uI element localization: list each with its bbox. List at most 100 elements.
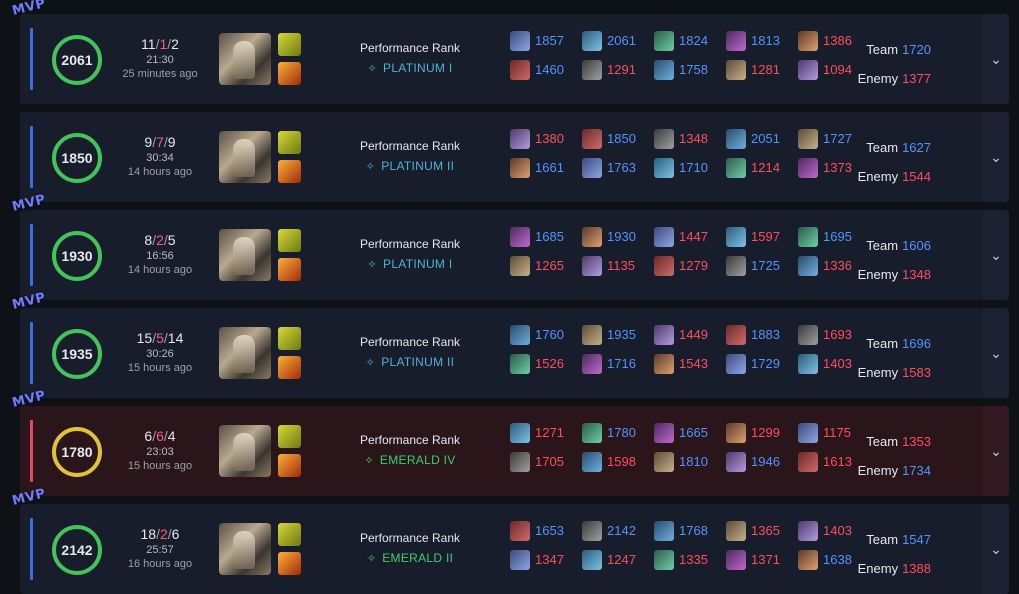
team-player[interactable]: 1883 — [726, 324, 796, 346]
enemy-player[interactable]: 1135 — [582, 255, 652, 277]
champion-avatar-icon — [510, 158, 530, 178]
team-player[interactable]: 1597 — [726, 226, 796, 248]
team-average: Team 1353 — [841, 434, 931, 449]
team-player[interactable]: 1447 — [654, 226, 724, 248]
kills: 15 — [136, 330, 153, 346]
player-rating: 1380 — [535, 131, 564, 146]
enemy-player[interactable]: 1335 — [654, 549, 724, 571]
team-player[interactable]: 1760 — [510, 324, 580, 346]
match-row[interactable]: MVP 1930 8/2/5 16:56 14 hours ago Performance… — [11, 192, 1009, 300]
team-player[interactable]: 1824 — [654, 30, 724, 52]
player-rating: 1279 — [679, 258, 708, 273]
enemy-player[interactable]: 1543 — [654, 353, 724, 375]
team-player[interactable]: 1299 — [726, 422, 796, 444]
player-rating: 1729 — [751, 356, 780, 371]
champion-avatar-icon — [582, 550, 602, 570]
team-player[interactable]: 1365 — [726, 520, 796, 542]
player-rating: 1824 — [679, 33, 708, 48]
match-row[interactable]: 1850 9/7/9 30:34 14 hours ago Performance Ra… — [20, 112, 1009, 202]
player-rating: 1716 — [607, 356, 636, 371]
mvp-badge: MVP — [10, 0, 48, 19]
enemy-player[interactable]: 1281 — [726, 59, 796, 81]
enemy-player[interactable]: 1371 — [726, 549, 796, 571]
enemy-player[interactable]: 1763 — [582, 157, 652, 179]
enemy-player[interactable]: 1705 — [510, 451, 580, 473]
enemy-player[interactable]: 1598 — [582, 451, 652, 473]
enemy-player[interactable]: 1279 — [654, 255, 724, 277]
team-player[interactable]: 1935 — [582, 324, 652, 346]
enemy-player[interactable]: 1716 — [582, 353, 652, 375]
performance-score: 1780 — [61, 444, 93, 460]
game-duration: 30:34 — [146, 152, 174, 164]
match-row[interactable]: MVP 1780 6/6/4 23:03 15 hours ago Performance… — [11, 388, 1009, 496]
enemy-player[interactable]: 1214 — [726, 157, 796, 179]
enemy-player[interactable]: 1810 — [654, 451, 724, 473]
game-duration: 16:56 — [146, 250, 174, 262]
team-player[interactable]: 1271 — [510, 422, 580, 444]
enemy-player[interactable]: 1725 — [726, 255, 796, 277]
champion-avatar-icon — [582, 227, 602, 247]
team-player[interactable]: 1930 — [582, 226, 652, 248]
chevron-down-icon: ⌄ — [990, 149, 1002, 165]
champion-portrait — [219, 425, 271, 477]
team-player[interactable]: 1380 — [510, 128, 580, 150]
enemy-player[interactable]: 1526 — [510, 353, 580, 375]
enemy-player[interactable]: 1265 — [510, 255, 580, 277]
result-indicator — [30, 322, 33, 384]
champion-avatar-icon — [510, 423, 530, 443]
team-player[interactable]: 1857 — [510, 30, 580, 52]
enemy-average-value: 1734 — [902, 463, 931, 478]
champion-avatar-icon — [798, 60, 818, 80]
chevron-down-icon: ⌄ — [990, 247, 1002, 263]
team-player[interactable]: 1768 — [654, 520, 724, 542]
performance-score: 2061 — [61, 52, 93, 68]
team-player[interactable]: 1653 — [510, 520, 580, 542]
kda-text: 15/5/14 — [120, 330, 200, 346]
expand-button[interactable]: ⌄ — [983, 308, 1009, 398]
enemy-player[interactable]: 1460 — [510, 59, 580, 81]
match-row[interactable]: MVP 1935 15/5/14 30:26 15 hours ago Performan… — [11, 290, 1009, 398]
player-rating: 1705 — [535, 454, 564, 469]
enemy-player[interactable]: 1946 — [726, 451, 796, 473]
players-grid: 1857 2061 1824 1813 1386 1460 1291 1758 1281 1094 — [510, 30, 870, 90]
summoner-spell-2-icon — [278, 552, 301, 575]
kda-text: 6/6/4 — [120, 428, 200, 444]
champion-avatar-icon — [654, 256, 674, 276]
team-label: Team — [866, 336, 899, 351]
enemy-player[interactable]: 1247 — [582, 549, 652, 571]
enemy-player[interactable]: 1758 — [654, 59, 724, 81]
expand-button[interactable]: ⌄ — [983, 112, 1009, 202]
player-rating: 1661 — [535, 160, 564, 175]
summoner-spell-2-icon — [278, 62, 301, 85]
time-ago: 25 minutes ago — [122, 68, 198, 80]
expand-button[interactable]: ⌄ — [983, 210, 1009, 300]
player-rating: 1447 — [679, 229, 708, 244]
expand-button[interactable]: ⌄ — [983, 14, 1009, 104]
deaths: 2 — [159, 526, 168, 542]
team-average: Team 1606 — [841, 238, 931, 253]
team-player[interactable]: 1665 — [654, 422, 724, 444]
team-player[interactable]: 1780 — [582, 422, 652, 444]
enemy-player[interactable]: 1347 — [510, 549, 580, 571]
match-row[interactable]: MVP 2142 18/2/6 25:57 16 hours ago Performanc… — [11, 486, 1009, 594]
team-player[interactable]: 2051 — [726, 128, 796, 150]
team-player[interactable]: 1685 — [510, 226, 580, 248]
expand-button[interactable]: ⌄ — [983, 406, 1009, 496]
team-player[interactable]: 2061 — [582, 30, 652, 52]
rank-tier-text: PLATINUM II — [381, 159, 455, 173]
expand-button[interactable]: ⌄ — [983, 504, 1009, 594]
team-player[interactable]: 1813 — [726, 30, 796, 52]
enemy-player[interactable]: 1729 — [726, 353, 796, 375]
match-row[interactable]: MVP 2061 11/1/2 21:30 25 minutes ago Performa… — [11, 0, 1009, 104]
team-player[interactable]: 1850 — [582, 128, 652, 150]
team-player[interactable]: 1449 — [654, 324, 724, 346]
assists: 6 — [171, 526, 180, 542]
enemy-player[interactable]: 1661 — [510, 157, 580, 179]
enemy-player[interactable]: 1710 — [654, 157, 724, 179]
champion-avatar-icon — [582, 256, 602, 276]
team-player[interactable]: 1348 — [654, 128, 724, 150]
enemy-player[interactable]: 1291 — [582, 59, 652, 81]
team-player[interactable]: 2142 — [582, 520, 652, 542]
champion-avatar-icon — [582, 31, 602, 51]
team-average: Team 1696 — [841, 336, 931, 351]
